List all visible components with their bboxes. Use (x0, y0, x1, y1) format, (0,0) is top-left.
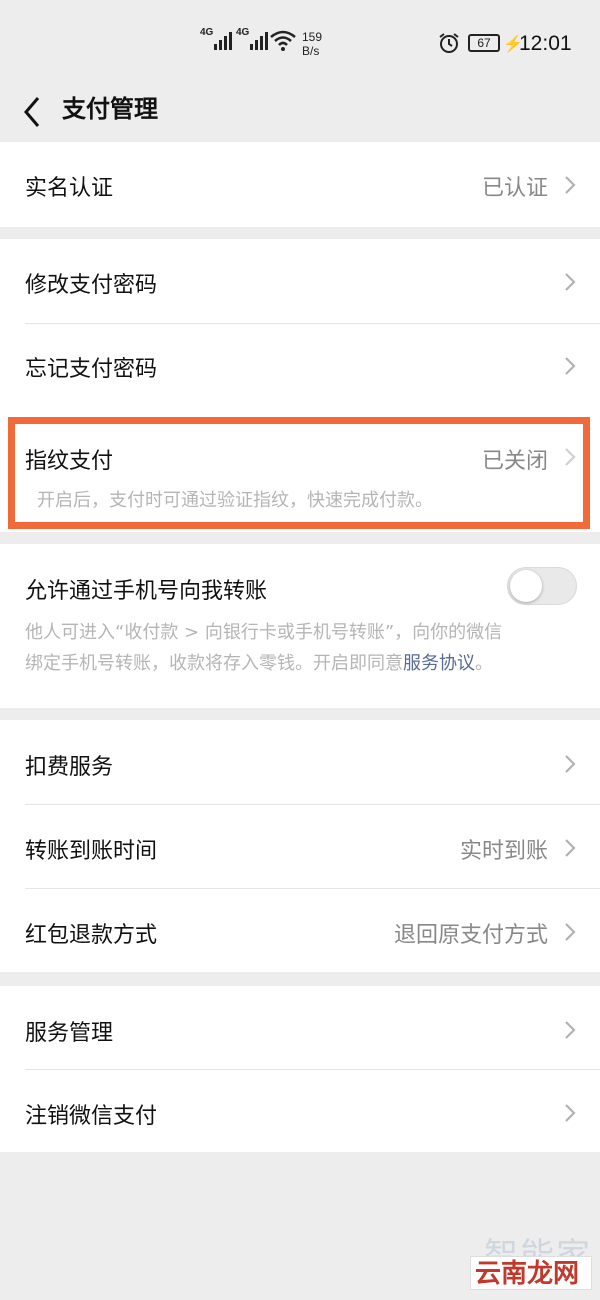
settings-group-identity: 实名认证 已认证 (0, 142, 600, 227)
row-cancel-wechat-pay[interactable]: 注销微信支付 (0, 1069, 600, 1152)
row-label: 扣费服务 (25, 755, 114, 780)
chevron-right-icon (565, 923, 576, 941)
network-speed-value: 159 (302, 30, 323, 44)
description-line-1: 他人可进入“收付款 > 向银行卡或手机号转账”，向你的微信 (25, 622, 503, 643)
page-title: 支付管理 (62, 95, 158, 123)
chevron-right-icon (565, 839, 576, 857)
row-red-packet-refund[interactable]: 红包退款方式 退回原支付方式 (0, 888, 600, 972)
row-label: 红包退款方式 (25, 923, 158, 948)
cellular-signal-icon: 4G (200, 27, 233, 50)
back-arrow-icon[interactable] (18, 92, 48, 132)
clock-time: 12:01 (519, 32, 572, 55)
row-real-name-verification[interactable]: 实名认证 已认证 (0, 142, 600, 227)
chevron-right-icon (565, 357, 576, 375)
watermark-logo-text: 云南龙网 (475, 1259, 580, 1289)
row-label: 允许通过手机号向我转账 (25, 579, 268, 604)
row-value: 退回原支付方式 (393, 923, 548, 948)
row-value: 实时到账 (459, 839, 548, 864)
chevron-right-icon (565, 1021, 576, 1039)
cellular-signal-icon-2: 4G (236, 27, 269, 50)
row-value: 已认证 (481, 176, 548, 201)
description-line-2: 绑定手机号转账，收款将存入零钱。开启即同意服务协议。 (25, 648, 502, 679)
toggle-knob (510, 570, 542, 602)
service-agreement-link[interactable]: 服务协议 (403, 653, 475, 674)
row-phone-transfer: 允许通过手机号向我转账 他人可进入“收付款 > 向银行卡或手机号转账”，向你的微… (0, 544, 600, 708)
battery-icon: 67 (468, 34, 500, 52)
row-label: 转账到账时间 (25, 839, 158, 864)
watermark-logo: 云南龙网 (470, 1256, 592, 1290)
settings-group-management: 服务管理 注销微信支付 (0, 986, 600, 1152)
row-label: 服务管理 (25, 1021, 114, 1046)
chevron-right-icon (565, 1104, 576, 1122)
wifi-icon (270, 30, 296, 51)
row-label: 注销微信支付 (25, 1104, 158, 1129)
row-service-management[interactable]: 服务管理 (0, 986, 600, 1069)
row-label: 忘记支付密码 (25, 357, 158, 382)
chevron-right-icon (565, 273, 576, 291)
battery-level: 67 (477, 36, 491, 50)
phone-transfer-toggle[interactable] (507, 567, 577, 605)
row-description: 他人可进入“收付款 > 向银行卡或手机号转账”，向你的微信 绑定手机号转账，收款… (25, 617, 502, 679)
description-line-2-end: 。 (475, 653, 493, 674)
description-line-2-text: 绑定手机号转账，收款将存入零钱。开启即同意 (25, 653, 403, 674)
row-transfer-arrival-time[interactable]: 转账到账时间 实时到账 (0, 804, 600, 888)
network-speed-unit: B/s (302, 44, 320, 58)
status-bar: 4G 4G 159 B/s 67 ⚡ 12:01 (0, 0, 600, 84)
network-type-label-2: 4G (236, 27, 250, 38)
network-type-label: 4G (200, 27, 214, 38)
settings-group-password: 修改支付密码 忘记支付密码 (0, 239, 600, 407)
row-deduction-services[interactable]: 扣费服务 (0, 720, 600, 804)
settings-group-phone-transfer: 允许通过手机号向我转账 他人可进入“收付款 > 向银行卡或手机号转账”，向你的微… (0, 544, 600, 708)
row-label: 修改支付密码 (25, 273, 158, 298)
chevron-right-icon (565, 176, 576, 194)
highlight-annotation-box (8, 417, 590, 529)
row-change-payment-password[interactable]: 修改支付密码 (0, 239, 600, 323)
alarm-icon (439, 33, 459, 53)
navigation-bar: 支付管理 (0, 84, 600, 142)
settings-group-services: 扣费服务 转账到账时间 实时到账 红包退款方式 退回原支付方式 (0, 720, 600, 972)
row-label: 实名认证 (25, 176, 114, 201)
chevron-right-icon (565, 755, 576, 773)
network-speed: 159 B/s (302, 30, 322, 58)
row-forgot-payment-password[interactable]: 忘记支付密码 (0, 323, 600, 407)
